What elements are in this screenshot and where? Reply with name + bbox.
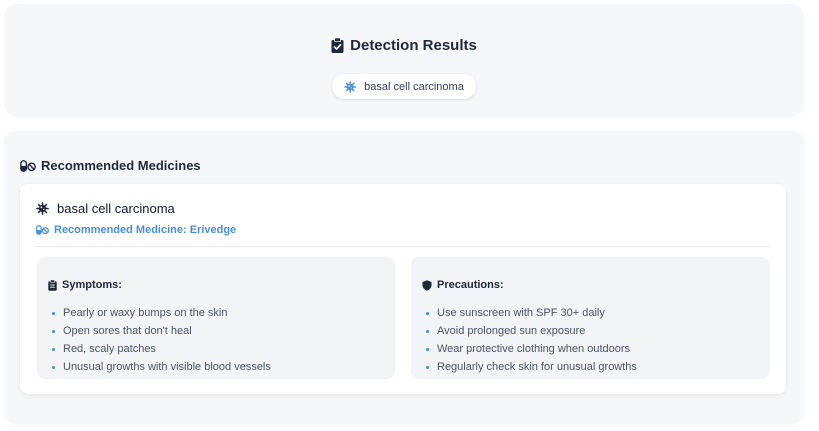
list-item: Avoid prolonged sun exposure [426, 322, 637, 340]
precautions-list: Use sunscreen with SPF 30+ daily Avoid p… [426, 304, 637, 376]
detection-results-card: Detection Results basal cell carcinoma [5, 4, 803, 115]
recommended-medicines-card: Recommended Medicines basal cell carcino… [4, 131, 804, 423]
detected-condition-label: basal cell carcinoma [364, 80, 464, 93]
disease-card: basal cell carcinoma Recommended Medicin… [20, 184, 786, 394]
precaution-text: Regularly check skin for unusual growths [437, 361, 637, 373]
symptoms-panel: Symptoms: Pearly or waxy bumps on the sk… [37, 257, 395, 379]
detection-results-header: Detection Results [5, 37, 803, 54]
precautions-header: Precautions: [422, 279, 504, 291]
clipboard-check-icon [331, 38, 344, 53]
clipboard-icon [48, 279, 57, 291]
shield-icon [422, 279, 432, 291]
divider [36, 246, 770, 247]
symptoms-list: Pearly or waxy bumps on the skin Open so… [52, 304, 271, 376]
list-item: Regularly check skin for unusual growths [426, 358, 637, 376]
precaution-text: Wear protective clothing when outdoors [437, 343, 631, 355]
recommended-medicines-header: Recommended Medicines [20, 158, 201, 173]
symptom-text: Unusual growths with visible blood vesse… [63, 361, 271, 373]
precautions-title: Precautions: [437, 279, 504, 291]
symptoms-title: Symptoms: [62, 279, 122, 291]
list-item: Wear protective clothing when outdoors [426, 340, 637, 358]
medicine-label: Recommended Medicine: Erivedge [54, 224, 237, 236]
precautions-panel: Precautions: Use sunscreen with SPF 30+ … [411, 257, 770, 379]
symptom-text: Pearly or waxy bumps on the skin [63, 307, 228, 319]
symptom-text: Open sores that don't heal [63, 325, 192, 337]
section-title: Recommended Medicines [41, 158, 201, 173]
recommended-medicine: Recommended Medicine: Erivedge [36, 224, 236, 236]
precaution-text: Avoid prolonged sun exposure [437, 325, 586, 337]
virus-icon [36, 202, 49, 215]
list-item: Red, scaly patches [52, 340, 271, 358]
virus-icon [344, 80, 357, 93]
disease-name: basal cell carcinoma [57, 201, 175, 216]
disease-header: basal cell carcinoma [36, 201, 175, 216]
detected-condition-chip: basal cell carcinoma [332, 74, 476, 99]
list-item: Open sores that don't heal [52, 322, 271, 340]
list-item: Use sunscreen with SPF 30+ daily [426, 304, 637, 322]
page-title: Detection Results [350, 37, 477, 54]
symptoms-header: Symptoms: [48, 279, 122, 291]
list-item: Unusual growths with visible blood vesse… [52, 358, 271, 376]
pills-icon [36, 225, 49, 235]
precaution-text: Use sunscreen with SPF 30+ daily [437, 307, 605, 319]
list-item: Pearly or waxy bumps on the skin [52, 304, 271, 322]
pills-icon [20, 159, 36, 172]
symptom-text: Red, scaly patches [63, 343, 156, 355]
